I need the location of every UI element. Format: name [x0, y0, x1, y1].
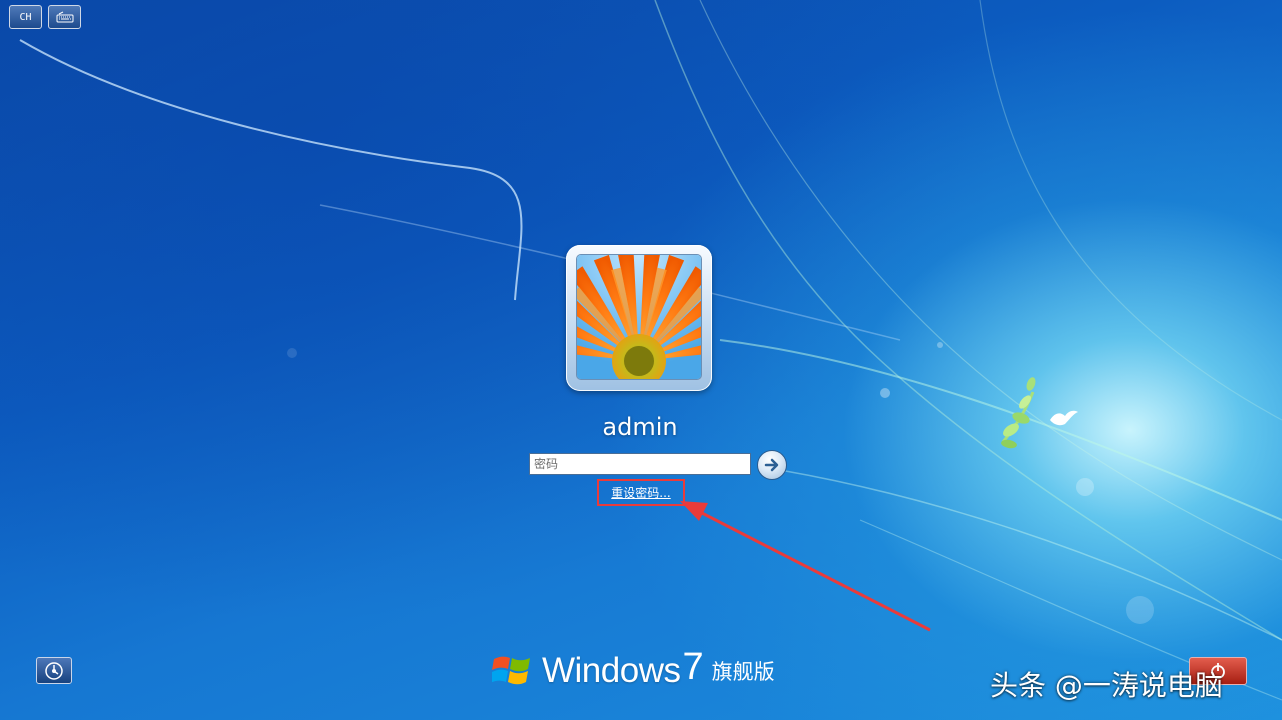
brand-edition: 旗舰版 — [711, 660, 775, 684]
username-label: admin — [602, 413, 678, 441]
user-avatar — [576, 254, 702, 380]
flower-avatar — [577, 255, 701, 379]
reset-password-link[interactable]: 重设密码... — [598, 479, 684, 505]
arrow-right-icon — [764, 458, 779, 472]
ease-of-access-button[interactable] — [36, 657, 72, 684]
watermark-text: 头条 @一涛说电脑 — [990, 669, 1223, 702]
language-label: CH — [19, 11, 32, 23]
keyboard-icon — [56, 11, 73, 23]
login-screen: CH admin 重设密码... Windows 7 旗舰版 头条 @一涛说电脑 — [0, 0, 1282, 720]
windows-logo-icon — [492, 656, 530, 685]
windows-branding: Windows 7 旗舰版 — [492, 646, 775, 692]
submit-login-button[interactable] — [757, 450, 787, 480]
user-avatar-frame — [566, 245, 712, 391]
brand-name: Windows — [542, 651, 681, 690]
birds-logo — [1001, 377, 1078, 449]
ease-of-access-icon — [45, 661, 63, 680]
password-input[interactable] — [529, 453, 751, 475]
on-screen-keyboard-button[interactable] — [48, 5, 81, 29]
language-button[interactable]: CH — [9, 5, 42, 29]
brand-version: 7 — [682, 645, 704, 688]
